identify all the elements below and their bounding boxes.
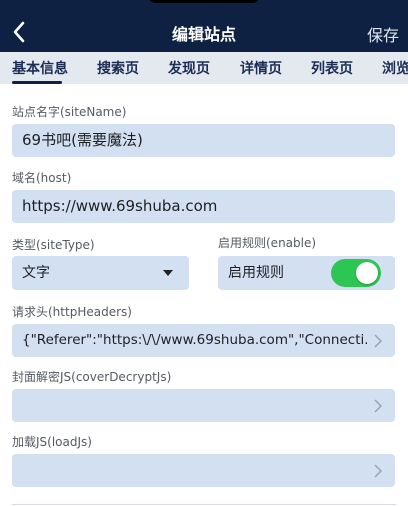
tab-browse-page[interactable]: 浏览 — [382, 58, 408, 78]
navigation-bar: 编辑站点 保存 — [0, 0, 408, 52]
device-notch — [148, 0, 260, 3]
load-js-input[interactable] — [12, 454, 395, 487]
site-type-label: 类型(siteType) — [12, 238, 95, 252]
site-name-value: 69书吧(需要魔法) — [22, 131, 143, 149]
active-tab-indicator — [12, 81, 62, 84]
enable-toggle-row: 启用规则 — [218, 256, 395, 290]
site-name-input[interactable]: 69书吧(需要魔法) — [12, 124, 395, 157]
tab-search-page[interactable]: 搜索页 — [97, 58, 139, 78]
chevron-right-icon — [374, 333, 383, 348]
host-label: 域名(host) — [12, 171, 72, 185]
dropdown-arrow-icon — [163, 270, 173, 276]
http-headers-input[interactable]: {"Referer":"https:\/\/www.69shuba.com","… — [12, 324, 395, 357]
http-headers-label: 请求头(httpHeaders) — [12, 305, 132, 319]
http-headers-value: {"Referer":"https:\/\/www.69shuba.com","… — [22, 331, 367, 348]
tab-discover-page[interactable]: 发现页 — [168, 58, 210, 78]
site-type-select[interactable]: 文字 — [12, 256, 189, 290]
tab-detail-page[interactable]: 详情页 — [240, 58, 282, 78]
site-type-value: 文字 — [22, 265, 50, 281]
cover-decrypt-label: 封面解密JS(coverDecryptJs) — [12, 370, 172, 384]
host-value: https://www.69shuba.com — [22, 197, 218, 215]
site-name-label: 站点名字(siteName) — [12, 105, 127, 119]
cover-decrypt-input[interactable] — [12, 389, 395, 422]
tab-basic-info[interactable]: 基本信息 — [12, 58, 68, 78]
host-input[interactable]: https://www.69shuba.com — [12, 190, 395, 223]
load-js-label: 加载JS(loadJs) — [12, 435, 92, 449]
tab-bar: 基本信息 搜索页 发现页 详情页 列表页 浏览 — [0, 52, 408, 84]
save-button[interactable]: 保存 — [367, 22, 399, 46]
divider — [12, 504, 396, 505]
chevron-right-icon — [374, 463, 383, 478]
enable-label: 启用规则(enable) — [218, 236, 317, 250]
page-title: 编辑站点 — [171, 25, 236, 44]
enable-toggle-label: 启用规则 — [228, 265, 284, 281]
chevron-right-icon — [374, 398, 383, 413]
enable-switch[interactable] — [331, 259, 381, 287]
tab-list-page[interactable]: 列表页 — [311, 58, 353, 78]
switch-knob — [356, 262, 378, 284]
